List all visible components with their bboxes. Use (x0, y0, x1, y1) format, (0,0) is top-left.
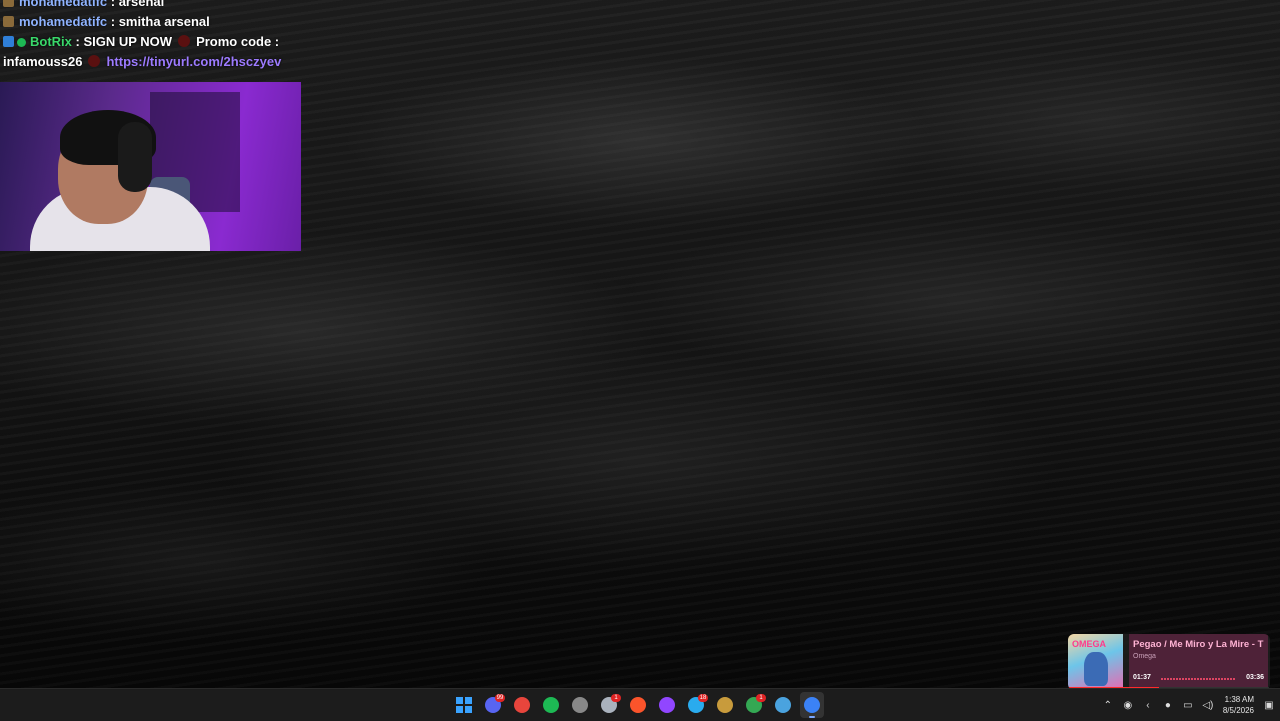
taskbar: 99 1 18 1 ⌃ ◉ ‹ ● ▭ ◁) 1:38 AM 8/5/2026 ▣ (0, 688, 1280, 721)
chrome-profile-icon[interactable]: 1 (742, 692, 766, 718)
chat-username: mohamedatifc (19, 0, 108, 9)
league-icon[interactable] (713, 692, 737, 718)
chat-message: BotRix : SIGN UP NOW Promo code : (0, 32, 300, 52)
spotify-icon[interactable] (539, 692, 563, 718)
speaker-icon[interactable]: ◁) (1201, 700, 1215, 711)
chat-message: infamouss26 https://tinyurl.com/2hsczyev (0, 52, 300, 72)
chat-text: infamouss26 (3, 54, 83, 69)
waveform (1161, 678, 1235, 680)
notification-badge: 18 (698, 694, 708, 702)
album-art: OMEGA (1068, 634, 1123, 690)
brave-icon[interactable] (626, 692, 650, 718)
system-tray: ⌃ ◉ ‹ ● ▭ ◁) 1:38 AM 8/5/2026 ▣ (1101, 689, 1276, 721)
mail-icon[interactable] (771, 692, 795, 718)
chat-text: arsenal (118, 0, 165, 9)
emote-icon (178, 35, 191, 47)
discord-tray-icon[interactable]: ◉ (1121, 700, 1135, 711)
chevron-up-icon[interactable]: ⌃ (1101, 700, 1115, 711)
network-icon[interactable]: ▭ (1181, 700, 1195, 711)
app-icon[interactable] (800, 692, 824, 718)
now-playing-widget[interactable]: OMEGA Pegao / Me Miro y La Mire - T Omeg… (1068, 634, 1270, 690)
chat-overlay: mohamedatifc : arsenal mohamedatifc : sm… (0, 0, 300, 72)
emote-icon (88, 55, 101, 67)
chat-username: mohamedatifc (19, 14, 108, 29)
chat-message: mohamedatifc : smitha arsenal (0, 12, 300, 32)
steam-icon[interactable]: 1 (597, 692, 621, 718)
taskbar-apps: 99 1 18 1 (452, 692, 824, 718)
chrome-icon[interactable] (510, 692, 534, 718)
microphone-icon[interactable]: ● (1161, 700, 1175, 711)
notification-badge: 99 (495, 694, 505, 702)
chat-message: mohamedatifc : arsenal (0, 0, 300, 12)
telegram-icon[interactable]: 18 (684, 692, 708, 718)
back-arrow-icon[interactable]: ‹ (1141, 700, 1155, 711)
song-artist: Omega (1133, 653, 1156, 660)
total-time: 03:36 (1246, 674, 1264, 681)
notification-badge: 1 (756, 694, 766, 702)
subscriber-badge-icon (3, 16, 14, 27)
track-info: Pegao / Me Miro y La Mire - T Omega 01:3… (1129, 634, 1268, 690)
obs-icon[interactable] (568, 692, 592, 718)
webcam-feed (0, 82, 301, 251)
chat-link[interactable]: https://tinyurl.com/2hsczyev (106, 54, 281, 69)
bot-badge-icon (3, 36, 14, 47)
current-time: 01:37 (1133, 674, 1151, 681)
discord-icon[interactable]: 99 (481, 692, 505, 718)
windows-start-icon[interactable] (452, 692, 476, 718)
twitch-icon[interactable] (655, 692, 679, 718)
verified-badge-icon (17, 38, 26, 47)
song-title: Pegao / Me Miro y La Mire - T (1133, 639, 1264, 650)
clock-time: 1:38 AM (1224, 695, 1254, 704)
chat-text: smitha arsenal (118, 14, 210, 29)
subscriber-badge-icon (3, 0, 14, 7)
clock[interactable]: 1:38 AM 8/5/2026 (1223, 694, 1254, 716)
chat-text: SIGN UP NOW (83, 34, 173, 49)
chat-username: BotRix (30, 34, 72, 49)
notification-badge: 1 (611, 694, 621, 702)
headphones-icon (118, 122, 152, 192)
notification-bell-icon[interactable]: ▣ (1262, 700, 1276, 711)
clock-date: 8/5/2026 (1222, 706, 1254, 715)
chat-text: Promo code : (196, 34, 280, 49)
